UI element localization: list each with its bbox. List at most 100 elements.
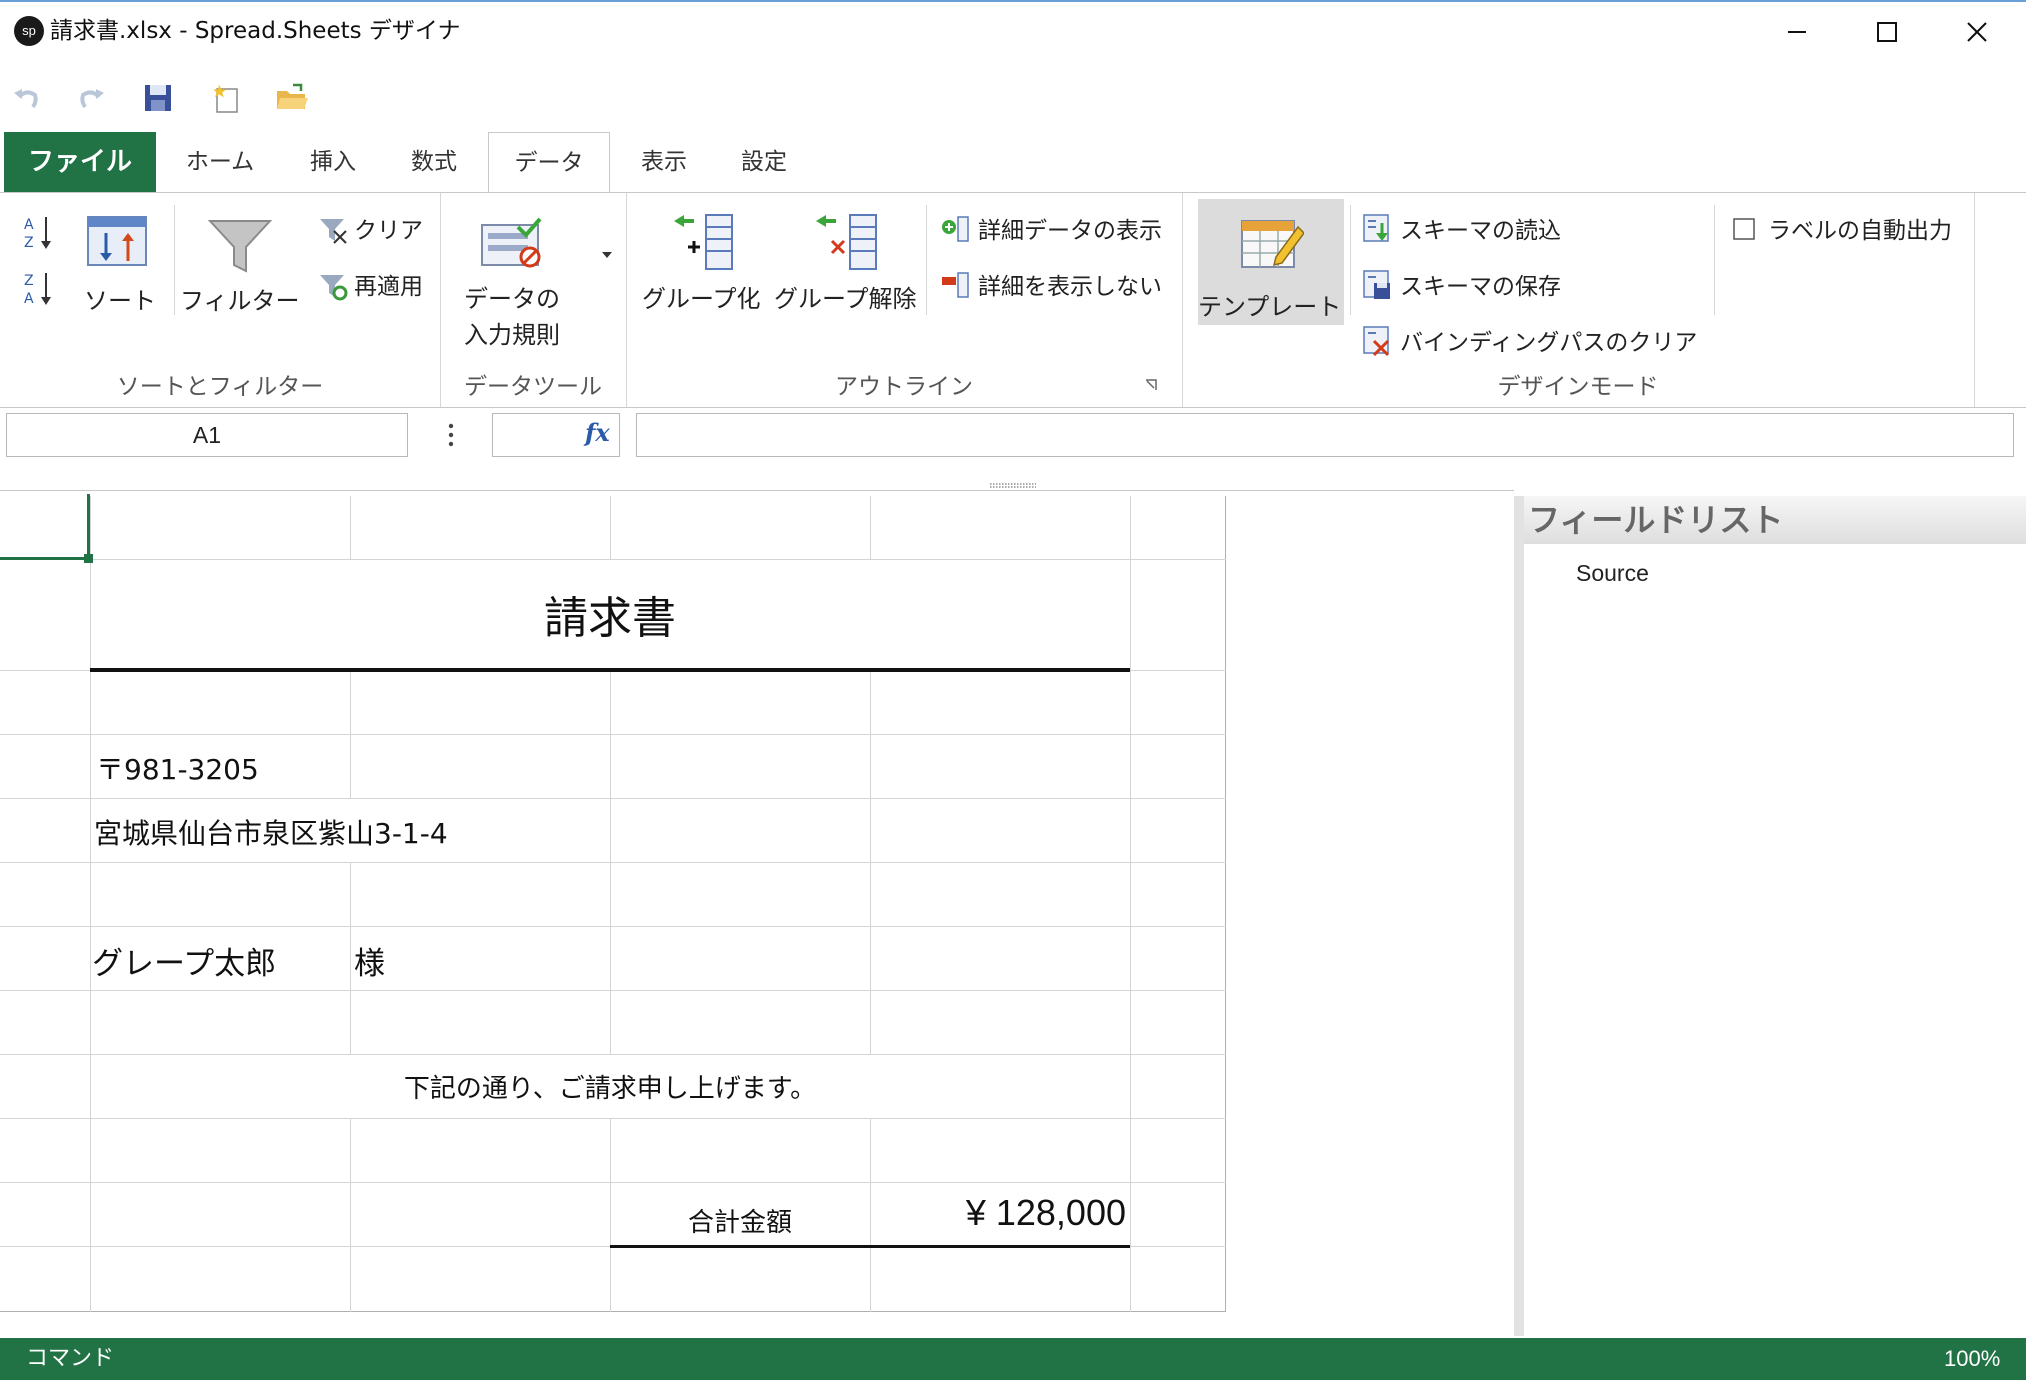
sort-descending-icon: ZA xyxy=(24,273,51,307)
data-validation-dropdown[interactable] xyxy=(600,245,614,264)
sort-label: ソート xyxy=(84,287,156,315)
ungroup-label: グループ解除 xyxy=(774,285,917,313)
save-button[interactable] xyxy=(138,80,178,116)
honorific: 様 xyxy=(354,946,385,982)
fill-handle[interactable] xyxy=(84,554,93,563)
hide-detail-icon xyxy=(942,272,969,298)
data-validation-button[interactable]: データの 入力規則 xyxy=(454,217,614,349)
redo-icon xyxy=(80,89,104,109)
name-box[interactable]: A1 xyxy=(6,413,408,457)
invoice-message: 下記の通り、ご請求申し上げます。 xyxy=(403,1074,817,1104)
svg-text:Z: Z xyxy=(24,273,34,289)
spreadsheet-grid[interactable]: 請求書 〒981-3205 宮城県仙台市泉区紫山3-1-4 グレープ太郎 様 下… xyxy=(0,494,1226,1312)
chevron-down-icon xyxy=(602,252,612,258)
data-validation-icon xyxy=(481,217,542,268)
hide-detail-label: 詳細を表示しない xyxy=(978,274,1162,300)
clear-label: クリア xyxy=(354,218,423,244)
save-schema-label: スキーマの保存 xyxy=(1400,274,1561,300)
status-bar: コマンド 100% xyxy=(0,1338,2026,1380)
design-mode-group-label: デザインモード xyxy=(1497,374,1659,400)
new-button[interactable] xyxy=(206,80,246,116)
postal-code: 〒981-3205 xyxy=(96,753,259,786)
minimize-icon xyxy=(1788,31,1806,33)
field-list-header: フィールドリスト xyxy=(1524,496,2026,544)
address: 宮城県仙台市泉区紫山3-1-4 xyxy=(94,817,448,850)
sort-ascending-icon: AZ xyxy=(24,217,51,251)
redo-button[interactable] xyxy=(72,80,112,116)
fx-icon[interactable]: fx xyxy=(585,418,610,447)
svg-text:A: A xyxy=(24,291,34,307)
ungroup-icon xyxy=(816,214,877,270)
save-icon xyxy=(145,85,171,111)
group-button[interactable]: グループ化 xyxy=(640,213,766,317)
svg-text:Z: Z xyxy=(24,235,34,251)
reapply-label: 再適用 xyxy=(354,274,423,300)
quick-access-toolbar xyxy=(0,62,400,128)
total-underline xyxy=(610,1245,1130,1248)
total-value: ¥ 128,000 xyxy=(965,1192,1126,1233)
formula-bar-menu[interactable] xyxy=(446,422,456,452)
undo-icon xyxy=(14,89,38,109)
formula-input[interactable] xyxy=(636,413,2014,457)
grip-icon xyxy=(990,483,1036,488)
reapply-icon xyxy=(320,275,348,301)
invoice-title: 請求書 xyxy=(544,593,676,644)
sort-descending-button[interactable]: ZA xyxy=(22,269,54,313)
group-label: グループ化 xyxy=(642,285,761,313)
zoom-level[interactable]: 100% xyxy=(1944,1338,2000,1380)
field-list-item[interactable]: Source xyxy=(1576,560,1649,587)
sort-icon xyxy=(87,216,147,266)
new-icon xyxy=(213,84,238,113)
filter-button[interactable]: フィルター xyxy=(180,215,302,315)
tab-file[interactable]: ファイル xyxy=(4,132,156,192)
tab-data[interactable]: データ xyxy=(488,132,610,194)
clear-binding-icon xyxy=(1363,326,1390,357)
sort-filter-group-label: ソートとフィルター xyxy=(116,374,324,400)
close-button[interactable] xyxy=(1932,6,2022,58)
close-icon xyxy=(1967,22,1987,42)
total-label: 合計金額 xyxy=(687,1208,792,1238)
maximize-button[interactable] xyxy=(1842,6,1932,58)
tab-view[interactable]: 表示 xyxy=(624,132,704,192)
show-detail-icon xyxy=(942,216,969,242)
validation-label-line2: 入力規則 xyxy=(464,321,560,349)
open-button[interactable] xyxy=(272,80,312,116)
checkbox-icon xyxy=(1733,218,1755,240)
clear-binding-label: バインディングパスのクリア xyxy=(1400,330,1698,356)
group-divider xyxy=(1974,193,1975,407)
dialog-launcher-icon xyxy=(1146,379,1157,390)
outline-group-label: アウトライン xyxy=(835,374,973,400)
template-button[interactable]: テンプレート xyxy=(1198,199,1344,325)
filter-label: フィルター xyxy=(180,287,300,315)
auto-label-text: ラベルの自動出力 xyxy=(1768,218,1952,244)
active-cell[interactable] xyxy=(0,494,90,560)
open-icon xyxy=(277,83,308,109)
filter-icon xyxy=(208,220,272,273)
save-schema-icon xyxy=(1363,270,1390,299)
outline-dialog-launcher[interactable] xyxy=(1144,377,1158,396)
validation-label-line1: データの xyxy=(464,285,560,313)
sort-button[interactable]: ソート xyxy=(80,215,160,315)
status-mode: コマンド xyxy=(26,1346,115,1371)
clear-filter-icon xyxy=(320,219,347,244)
minimize-button[interactable] xyxy=(1752,6,1842,58)
ungroup-button[interactable]: グループ解除 xyxy=(774,213,920,317)
undo-button[interactable] xyxy=(6,80,46,116)
tab-formula[interactable]: 数式 xyxy=(390,132,478,192)
template-label: テンプレート xyxy=(1198,293,1342,321)
vertical-ellipsis-icon xyxy=(448,423,454,447)
svg-text:A: A xyxy=(24,217,34,233)
title-underline xyxy=(90,668,1130,672)
tab-home[interactable]: ホーム xyxy=(170,132,270,192)
app-icon: sp xyxy=(14,16,44,46)
divider xyxy=(1714,205,1715,315)
template-icon xyxy=(1241,220,1304,268)
function-box[interactable]: fx xyxy=(492,413,620,457)
data-tools-group-label: データツール xyxy=(464,374,602,400)
tab-settings[interactable]: 設定 xyxy=(724,132,804,192)
tab-insert[interactable]: 挿入 xyxy=(290,132,376,192)
sort-ascending-button[interactable]: AZ xyxy=(22,213,54,257)
divider xyxy=(1350,205,1351,315)
load-schema-label: スキーマの読込 xyxy=(1400,218,1561,244)
divider xyxy=(926,205,927,315)
